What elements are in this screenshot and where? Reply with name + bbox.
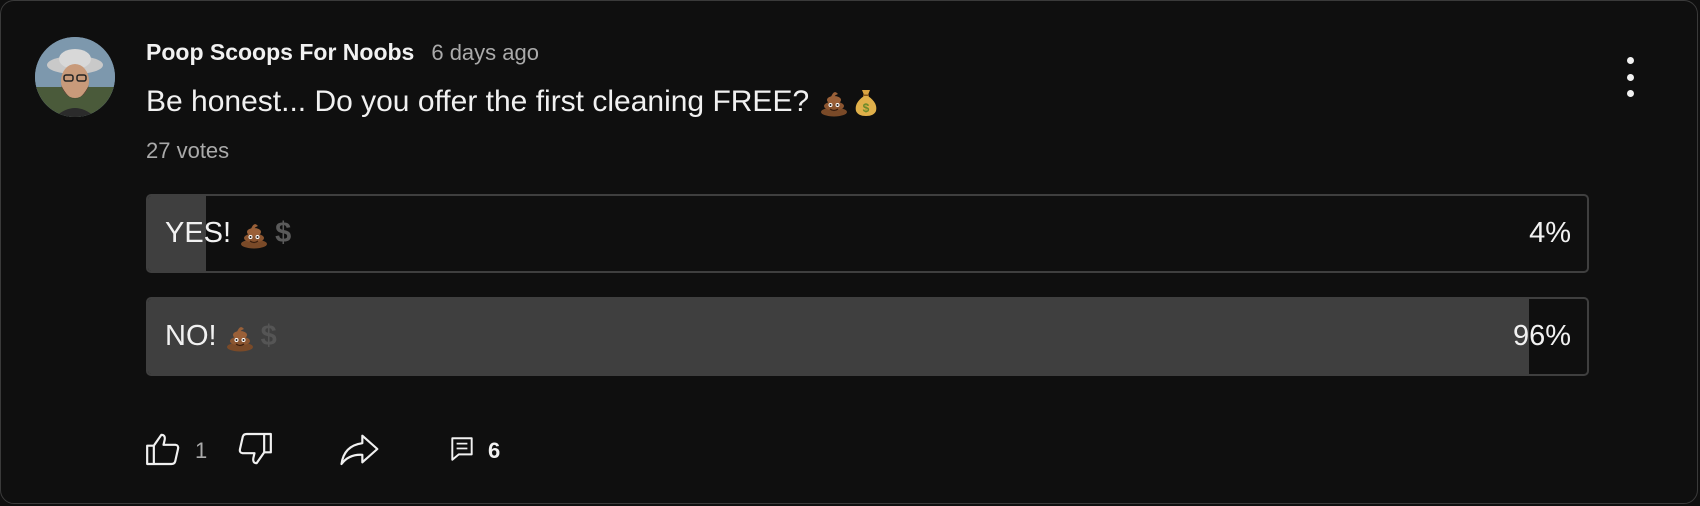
poll-option-label-container: YES! $ xyxy=(165,196,291,271)
pile-of-poo-icon xyxy=(241,223,268,248)
community-post-card: Poop Scoops For Noobs 6 days ago Be hone… xyxy=(0,0,1698,504)
thumbs-up-icon xyxy=(146,433,180,466)
menu-dot xyxy=(1626,90,1634,97)
poll-option-fill xyxy=(148,299,1530,374)
poll-question-text: Be honest... Do you offer the first clea… xyxy=(146,85,810,118)
like-button[interactable] xyxy=(143,429,183,474)
like-count: 1 xyxy=(195,438,208,463)
more-options-button[interactable] xyxy=(1615,57,1645,97)
poll-question: Be honest... Do you offer the first clea… xyxy=(146,85,881,119)
poll-option-percent: 96% xyxy=(1512,320,1571,352)
post-time[interactable]: 6 days ago xyxy=(431,40,539,66)
share-icon xyxy=(340,434,379,466)
comments-button[interactable] xyxy=(449,435,475,468)
menu-dot xyxy=(1626,73,1634,81)
poll-option-yes[interactable]: YES! $ 4% xyxy=(146,194,1589,273)
poll-option-label: NO! xyxy=(165,320,217,352)
dollar-icon: $ xyxy=(260,320,277,352)
avatar-image xyxy=(35,37,115,117)
svg-text:$: $ xyxy=(863,101,870,115)
avatar[interactable] xyxy=(35,37,115,117)
comment-count[interactable]: 6 xyxy=(488,438,500,464)
poll-option-label: YES! xyxy=(165,217,232,249)
thumbs-down-icon xyxy=(238,432,272,465)
poll-option-percent: 4% xyxy=(1529,217,1571,249)
menu-dot xyxy=(1626,57,1634,64)
post-header: Poop Scoops For Noobs 6 days ago xyxy=(146,39,539,66)
author-name[interactable]: Poop Scoops For Noobs xyxy=(146,39,414,66)
money-bag-icon: $ xyxy=(855,90,877,116)
dollar-icon: $ xyxy=(275,217,292,249)
poll-option-no[interactable]: NO! $ 96% xyxy=(146,297,1589,376)
dislike-button[interactable] xyxy=(235,429,275,474)
poll-option-label-container: NO! $ xyxy=(165,299,277,374)
pile-of-poo-icon xyxy=(226,326,253,351)
comment-icon xyxy=(451,437,473,461)
share-button[interactable] xyxy=(337,429,381,474)
vote-count: 27 votes xyxy=(146,138,230,163)
pile-of-poo-icon xyxy=(821,92,848,117)
